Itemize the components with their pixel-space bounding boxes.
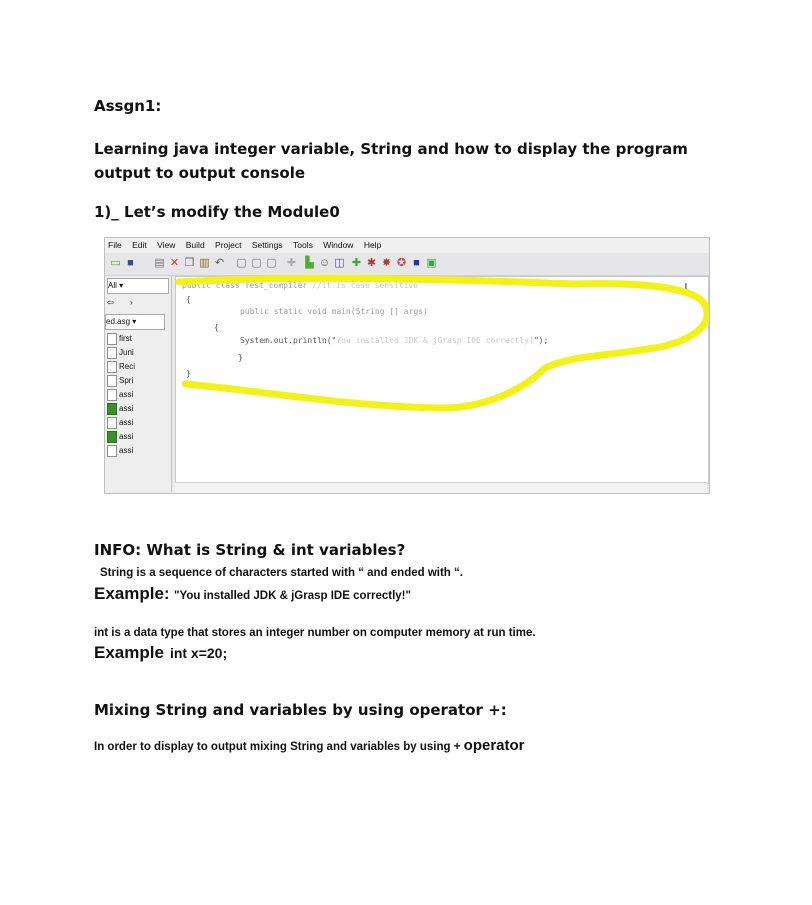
operator-word: operator [463, 737, 525, 754]
example-2: Example int x=20; [94, 643, 227, 663]
string-definition: String is a sequence of characters start… [100, 567, 463, 579]
example-1: Example: "You installed JDK & jGrasp IDE… [94, 584, 411, 604]
int-definition: int is a data type that stores an intege… [94, 627, 536, 639]
mixing-description: In order to display to output mixing Str… [94, 737, 525, 754]
example-value: "You installed JDK & jGrasp IDE correctl… [174, 590, 411, 602]
assignment-subtitle: Learning java integer variable, String a… [94, 140, 688, 182]
mixing-heading: Mixing String and variables by using ope… [94, 701, 507, 719]
step-1-heading: 1)_ Let’s modify the Module0 [94, 203, 340, 221]
info-heading: INFO: What is String & int variables? [94, 541, 406, 559]
example2-label: Example [94, 643, 164, 662]
assignment-title: Assgn1: [94, 97, 162, 115]
example2-value: int x=20; [169, 645, 228, 661]
ide-screenshot: File Edit View Build Project Settings To… [104, 237, 710, 494]
highlight-annotation [175, 274, 709, 412]
example-label: Example: [94, 584, 170, 603]
mixing-text: In order to display to output mixing Str… [94, 741, 461, 753]
